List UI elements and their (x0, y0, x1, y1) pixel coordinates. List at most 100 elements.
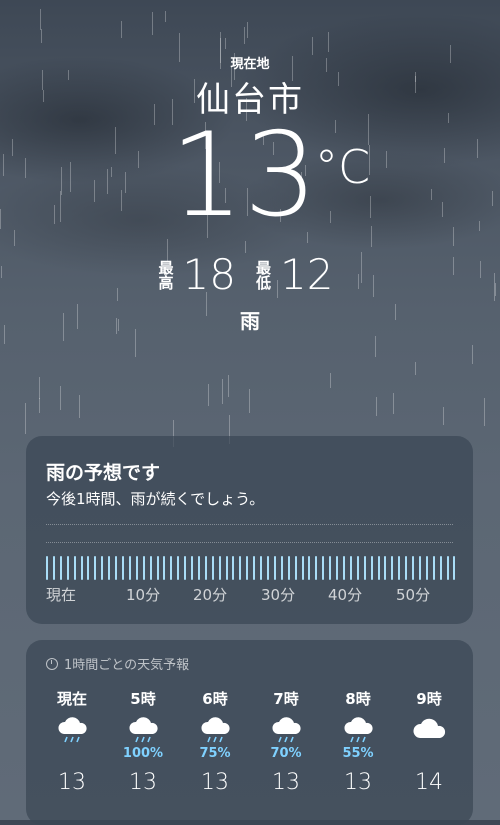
raindrop (415, 362, 416, 375)
raindrop (376, 397, 377, 416)
temperature-unit: °C (315, 140, 371, 194)
raindrop (328, 32, 329, 52)
raindrop (370, 196, 371, 218)
hour-temperature: 13 (201, 770, 229, 795)
high-low: 最高 18 最低 12 (0, 250, 500, 299)
precip-bar (108, 556, 111, 580)
raindrop (121, 190, 122, 211)
raindrop (330, 211, 331, 223)
precip-bar (418, 556, 421, 580)
precip-bar (446, 556, 449, 580)
precip-bar (232, 556, 235, 580)
precip-bar (197, 556, 200, 580)
precipitation-bars (46, 554, 456, 580)
precip-bar (384, 556, 387, 580)
raindrop (330, 373, 331, 388)
raindrop (111, 167, 112, 177)
precip-bar (391, 556, 394, 580)
clock-icon (46, 657, 58, 670)
precip-bar (273, 556, 276, 580)
raindrop (393, 393, 394, 414)
precip-chance: 75% (199, 746, 231, 761)
hourly-list: 現在 13 5時 100% 13 6時 75% 13 7時 70% 13 8時 55% 13 9時 14 (36, 688, 466, 808)
raindrop (249, 389, 250, 413)
precip-bar (204, 556, 207, 580)
precip-bar (191, 556, 194, 580)
hour-temperature: 13 (58, 770, 86, 795)
raindrop (79, 395, 80, 418)
raindrop (492, 191, 493, 206)
precip-bar (377, 556, 380, 580)
raindrop (125, 172, 126, 193)
precip-bar (101, 556, 104, 580)
rain-forecast-title: 雨の予想です (46, 462, 161, 484)
rain-icon (270, 716, 304, 746)
hour-label: 現在 (56, 690, 87, 708)
precip-bar (412, 556, 415, 580)
raindrop (484, 398, 485, 426)
condition-text: 雨 (240, 309, 260, 333)
precip-bar (280, 556, 283, 580)
precip-bar (356, 556, 359, 580)
precip-bar (218, 556, 221, 580)
hour-label: 7時 (273, 690, 299, 708)
hour-temperature: 13 (129, 770, 157, 795)
precip-bar (322, 556, 325, 580)
precip-bar (315, 556, 318, 580)
precip-bar (267, 556, 269, 580)
rain-icon (342, 716, 376, 746)
hour-label: 5時 (130, 690, 156, 708)
precip-bar (225, 556, 228, 580)
low-label: 最低 (254, 259, 272, 290)
raindrop (12, 139, 13, 156)
raindrop (208, 384, 209, 406)
raindrop (0, 209, 1, 229)
precip-bar (59, 556, 62, 580)
precip-bar (301, 556, 304, 580)
raindrop (121, 21, 122, 38)
hourly-forecast-card[interactable]: 1時間ごとの天気予報 現在 13 5時 100% 13 6時 75% 13 7時 70% 13 8時 5… (26, 640, 473, 825)
raindrop (39, 377, 40, 399)
precip-bar (253, 556, 256, 580)
time-tick: 10分 (126, 586, 161, 604)
precip-bar (73, 556, 76, 580)
cloud-icon (413, 716, 447, 746)
precip-bar (246, 556, 249, 580)
precip-bar (115, 556, 118, 580)
precip-chance: 100% (122, 746, 164, 761)
precip-chance: 55% (342, 746, 374, 761)
precip-bar (342, 556, 345, 580)
precip-bar (46, 556, 48, 580)
raindrop (247, 22, 248, 38)
hour-label: 8時 (345, 690, 371, 708)
raindrop (225, 38, 226, 49)
raindrop (442, 202, 443, 217)
raindrop (70, 162, 71, 192)
precip-bar (170, 556, 173, 580)
raindrop (41, 29, 42, 43)
precip-bar (94, 556, 97, 580)
raindrop (371, 226, 372, 247)
precip-bar (52, 556, 55, 580)
raindrop (14, 230, 15, 246)
precip-bar (453, 556, 456, 580)
precip-bar (87, 556, 90, 580)
raindrop (25, 158, 26, 178)
current-temperature: 13 (170, 108, 318, 243)
precip-bar (370, 556, 373, 580)
raindrop (479, 221, 480, 231)
raindrop (61, 167, 62, 195)
precip-bar (66, 556, 69, 580)
rain-forecast-card[interactable]: 雨の予想です 今後1時間、雨が続くでしょう。 現在 10分 20分 30分 40分 50分 (26, 436, 473, 624)
raindrop (472, 345, 473, 364)
high-label: 最高 (156, 259, 175, 290)
time-tick: 現在 (46, 586, 77, 604)
rain-forecast-subtitle: 今後1時間、雨が続くでしょう。 (46, 490, 265, 508)
rain-icon (199, 716, 233, 746)
raindrop (165, 11, 166, 22)
hour-temperature: 13 (272, 770, 300, 795)
precip-bar (184, 556, 187, 580)
precip-bar (142, 556, 145, 580)
precip-bar (294, 556, 297, 580)
raindrop (25, 403, 26, 434)
